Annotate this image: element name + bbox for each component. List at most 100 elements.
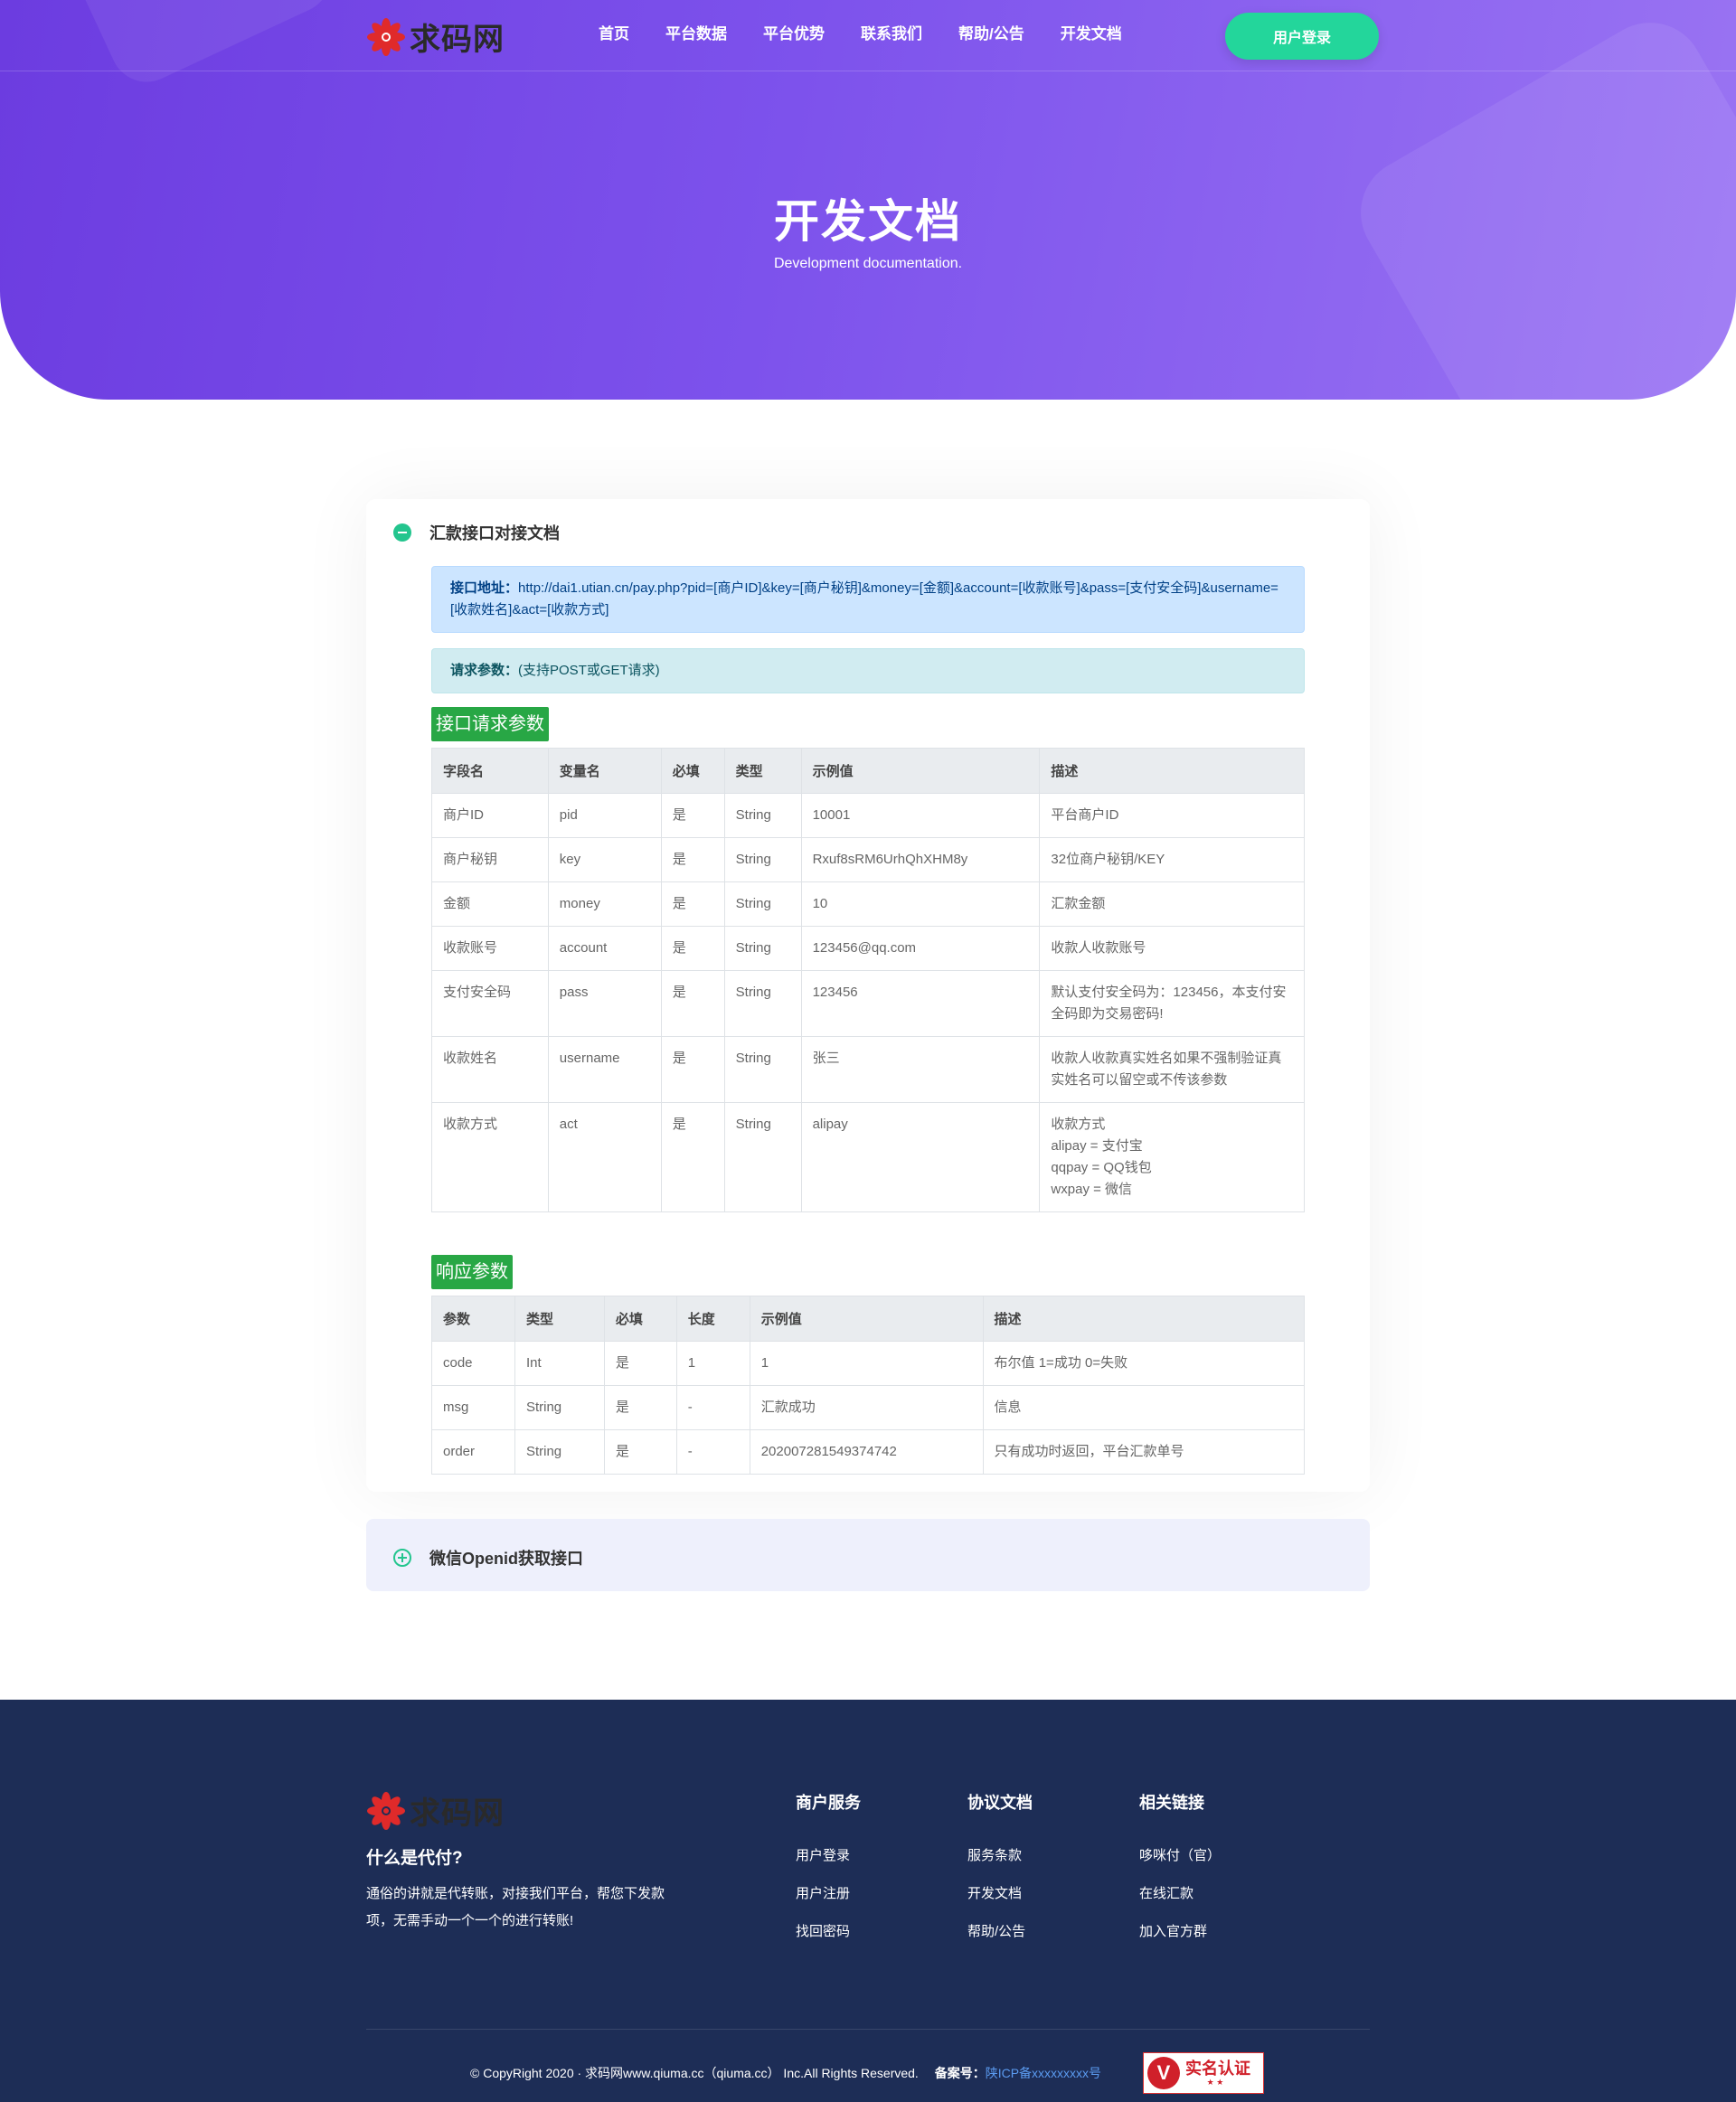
footer-link-join-group[interactable]: 加入官方群: [1139, 1913, 1221, 1951]
footer-link-terms[interactable]: 服务条款: [967, 1837, 1033, 1875]
table-row: 收款账号 account 是 String 123456@qq.com 收款人收款账号: [431, 926, 1305, 971]
footer-about-desc: 通俗的讲就是代转账，对接我们平台，帮您下发款项，无需手动一个一个的进行转账!: [366, 1886, 665, 1928]
table-cell: 1: [749, 1341, 984, 1386]
table-cell: 支付安全码: [431, 970, 549, 1037]
footer-link-dev-docs[interactable]: 开发文档: [967, 1875, 1033, 1913]
response-params-table: 参数 类型 必填 长度 示例值 描述 code Int 是 1 1 布尔值 1=成功 0=失败 msg…: [431, 1296, 1306, 1475]
table-cell: Int: [514, 1341, 605, 1386]
table-cell: String: [723, 881, 802, 927]
nav-platform-data[interactable]: 平台数据: [665, 24, 727, 45]
footer-column-title: 协议文档: [967, 1794, 1033, 1812]
table-header-cell: 类型: [514, 1296, 605, 1342]
table-cell: String: [723, 970, 802, 1037]
table-row: code Int 是 1 1 布尔值 1=成功 0=失败: [431, 1341, 1306, 1386]
table-cell: 汇款成功: [749, 1385, 984, 1430]
table-cell: money: [547, 881, 662, 927]
table-cell: String: [723, 793, 802, 838]
table-cell: String: [723, 926, 802, 971]
table-cell: pass: [547, 970, 662, 1037]
response-params-tag: 响应参数: [431, 1255, 513, 1289]
footer-link-online-remit[interactable]: 在线汇款: [1139, 1875, 1221, 1913]
table-cell: 布尔值 1=成功 0=失败: [982, 1341, 1306, 1386]
footer-logo[interactable]: 求码网: [366, 1788, 505, 1833]
table-row: 支付安全码 pass 是 String 123456 默认支付安全码为：123456，本支…: [431, 970, 1305, 1037]
hero-decoration: [37, 0, 343, 94]
table-header-row: 参数 类型 必填 长度 示例值 描述: [431, 1296, 1306, 1342]
endpoint-alert: 接口地址：http://dai1.utian.cn/pay.php?pid=[商…: [431, 566, 1305, 633]
doc-panel-header[interactable]: 微信Openid获取接口: [393, 1546, 583, 1569]
table-cell: String: [723, 1102, 802, 1212]
site-footer: 求码网 什么是代付? 通俗的讲就是代转账，对接我们平台，帮您下发款项，无需手动一…: [0, 1700, 1736, 2102]
real-name-badge[interactable]: V 实名认证 ★ ★: [1143, 2052, 1264, 2094]
table-cell: 是: [660, 1102, 725, 1212]
table-cell: order: [431, 1429, 515, 1475]
table-header-row: 字段名 变量名 必填 类型 示例值 描述: [431, 748, 1305, 794]
footer-link-login[interactable]: 用户登录: [796, 1837, 861, 1875]
params-alert: 请求参数：(支持POST或GET请求): [431, 648, 1305, 693]
footer-link-help[interactable]: 帮助/公告: [967, 1913, 1033, 1951]
table-cell: username: [547, 1036, 662, 1103]
table-row: order String 是 -202007281549374742 只有成功时返回，平…: [431, 1429, 1306, 1475]
table-cell: -: [675, 1385, 750, 1430]
table-cell: 10: [800, 881, 1041, 927]
site-logo[interactable]: 求码网: [366, 14, 505, 59]
footer-column-title: 商户服务: [796, 1794, 861, 1812]
badge-stars: ★ ★: [1206, 2077, 1224, 2087]
table-cell: pid: [547, 793, 662, 838]
footer-link-official[interactable]: 哆咪付（官）: [1139, 1837, 1221, 1875]
nav-advantages[interactable]: 平台优势: [763, 24, 825, 45]
request-params-tag: 接口请求参数: [431, 707, 549, 741]
table-row: 商户秘钥 key 是 String Rxuf8sRM6UrhQhXHM8y 32位商户秘钥…: [431, 837, 1305, 882]
footer-column-title: 相关链接: [1139, 1794, 1204, 1812]
table-cell: 收款姓名: [431, 1036, 549, 1103]
table-cell: Rxuf8sRM6UrhQhXHM8y: [800, 837, 1041, 882]
table-row: 金额 money 是 String 10 汇款金额: [431, 881, 1305, 927]
table-cell: 是: [660, 793, 725, 838]
table-cell: key: [547, 837, 662, 882]
doc-panel-header[interactable]: 汇款接口对接文档: [393, 521, 560, 544]
table-cell: 商户秘钥: [431, 837, 549, 882]
doc-panel-title: 汇款接口对接文档: [429, 524, 560, 542]
icp-link[interactable]: 陕ICP备xxxxxxxxx号: [986, 2066, 1101, 2080]
table-header-cell: 必填: [603, 1296, 677, 1342]
table-header-cell: 示例值: [749, 1296, 984, 1342]
collapse-icon[interactable]: [393, 523, 411, 542]
table-cell: 收款人收款真实姓名如果不强制验证真实姓名可以留空或不传该参数: [1039, 1036, 1305, 1103]
footer-link-reset-password[interactable]: 找回密码: [796, 1913, 861, 1951]
table-cell: 是: [603, 1385, 677, 1430]
logo-text: 求码网: [410, 1796, 505, 1832]
table-cell: 123456@qq.com: [800, 926, 1041, 971]
table-cell: 汇款金额: [1039, 881, 1305, 927]
main-nav: 首页 平台数据 平台优势 联系我们 帮助/公告 开发文档: [599, 24, 1158, 45]
nav-contact[interactable]: 联系我们: [861, 24, 922, 45]
page-title: 开发文档: [774, 196, 962, 247]
flower-logo-icon: [367, 1791, 405, 1830]
table-cell: alipay: [800, 1102, 1041, 1212]
nav-help[interactable]: 帮助/公告: [958, 24, 1024, 45]
table-cell: 是: [603, 1429, 677, 1475]
nav-dev-docs[interactable]: 开发文档: [1061, 24, 1122, 45]
table-cell: 平台商户ID: [1039, 793, 1305, 838]
table-cell: 张三: [800, 1036, 1041, 1103]
endpoint-label: 接口地址：: [450, 580, 519, 596]
badge-text: 实名认证: [1185, 2059, 1250, 2078]
footer-column-links: 相关链接 哆咪付（官） 在线汇款 加入官方群: [1139, 1790, 1221, 1951]
table-cell: 是: [660, 926, 725, 971]
expand-icon[interactable]: [393, 1549, 411, 1567]
footer-link-register[interactable]: 用户注册: [796, 1875, 861, 1913]
table-cell: 收款账号: [431, 926, 549, 971]
footer-copyright: © CopyRight 2020 · 求码网www.qiuma.cc（qiuma…: [470, 2064, 1101, 2082]
v-verified-icon: V: [1147, 2057, 1180, 2089]
flower-logo-icon: [367, 17, 405, 56]
nav-home[interactable]: 首页: [599, 24, 629, 45]
endpoint-url: http://dai1.utian.cn/pay.php?pid=[商户ID]&…: [450, 580, 1278, 617]
icp-label: 备案号：: [934, 2066, 986, 2080]
footer-divider: [366, 2029, 1370, 2030]
table-cell: 是: [660, 837, 725, 882]
table-cell: 1: [675, 1341, 750, 1386]
doc-panel-wechat-openid[interactable]: 微信Openid获取接口: [366, 1519, 1370, 1591]
logo-text: 求码网: [410, 22, 505, 58]
login-button[interactable]: 用户登录: [1225, 13, 1379, 60]
table-cell: 是: [660, 881, 725, 927]
table-cell: String: [723, 837, 802, 882]
